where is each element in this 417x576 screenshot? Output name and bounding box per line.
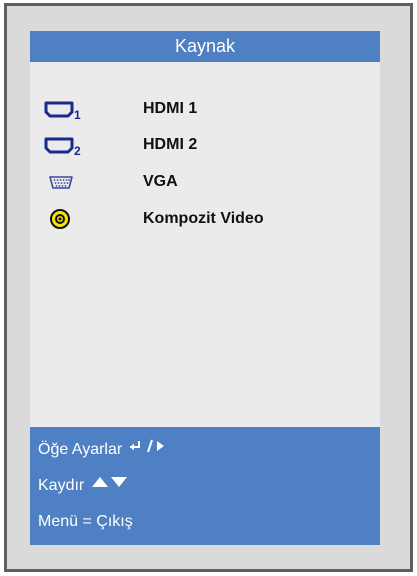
source-menu-panel: Kaynak 1 HDMI 1 2 HDMI 2 VGA Kompozit Vi…	[30, 31, 380, 545]
source-label-composite-video: Kompozit Video	[143, 210, 264, 227]
source-item-vga[interactable]: VGA	[30, 164, 380, 200]
hdmi-1-icon: 1	[40, 91, 84, 127]
footer-select-hint: Öğe Ayarlar	[38, 432, 167, 468]
up-down-arrows-icon	[89, 468, 129, 504]
vga-icon	[40, 164, 84, 200]
osd-menu-frame: Kaynak 1 HDMI 1 2 HDMI 2 VGA Kompozit Vi…	[4, 3, 413, 572]
footer-scroll-hint: Kaydır	[38, 468, 129, 504]
footer-select-label: Öğe Ayarlar	[38, 441, 123, 459]
source-item-hdmi-1[interactable]: 1 HDMI 1	[30, 91, 380, 127]
hdmi-1-index: 1	[74, 108, 81, 122]
footer-scroll-label: Kaydır	[38, 477, 85, 495]
source-list: 1 HDMI 1 2 HDMI 2 VGA Kompozit Video	[30, 31, 380, 431]
source-item-composite-video[interactable]: Kompozit Video	[30, 201, 380, 237]
composite-video-icon	[40, 201, 84, 237]
footer-exit-hint: Menü = Çıkış	[38, 513, 133, 530]
source-item-hdmi-2[interactable]: 2 HDMI 2	[30, 127, 380, 163]
source-label-vga: VGA	[143, 173, 178, 190]
source-label-hdmi-2: HDMI 2	[143, 136, 198, 153]
hdmi-2-index: 2	[74, 144, 81, 158]
menu-footer: Öğe Ayarlar Kaydır Menü = Çıkış	[30, 427, 380, 545]
enter-right-icon	[127, 432, 167, 468]
hdmi-2-icon: 2	[40, 127, 84, 163]
source-label-hdmi-1: HDMI 1	[143, 100, 198, 117]
